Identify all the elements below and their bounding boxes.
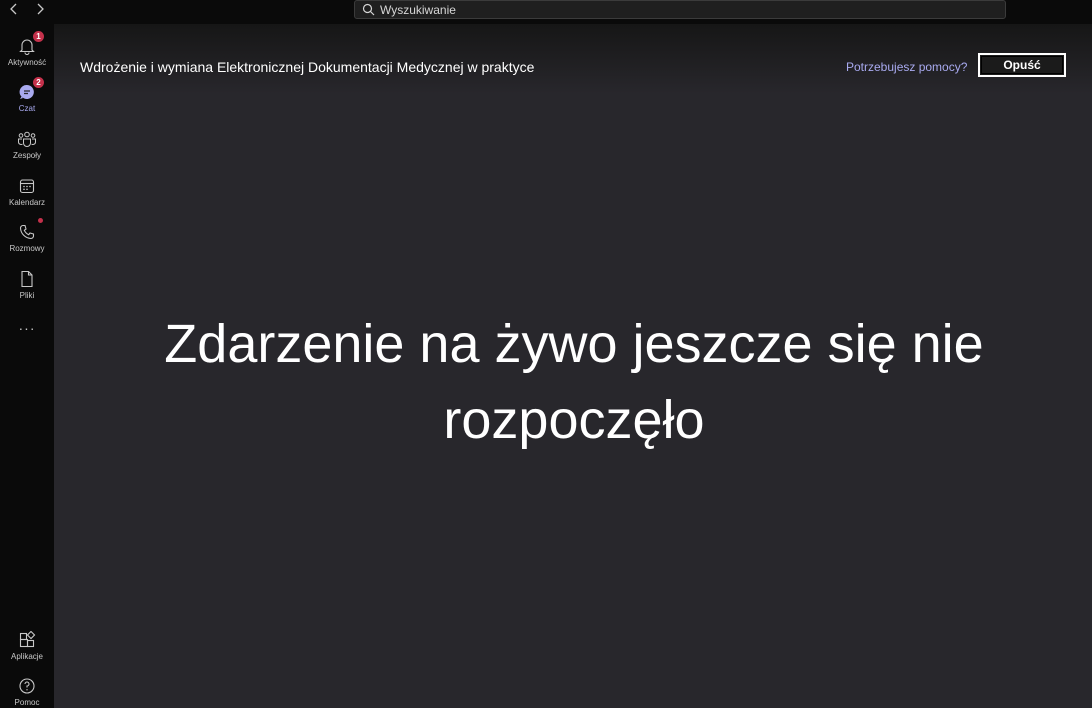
teams-window: 1 Aktywność 2 Czat Zespoły Kalendarz bbox=[0, 0, 1092, 708]
rail-item-label: Aktywność bbox=[7, 58, 47, 67]
bell-icon: 1 bbox=[17, 30, 45, 56]
rail-item-label: Kalendarz bbox=[8, 198, 46, 207]
rail-item-chat[interactable]: 2 Czat bbox=[0, 76, 54, 126]
activity-badge: 1 bbox=[32, 30, 45, 43]
event-title: Wdrożenie i wymiana Elektronicznej Dokum… bbox=[80, 59, 535, 75]
rail-item-calendar[interactable]: Kalendarz bbox=[0, 176, 54, 220]
live-event-view: Wdrożenie i wymiana Elektronicznej Dokum… bbox=[54, 24, 1092, 708]
rail-item-teams[interactable]: Zespoły bbox=[0, 129, 54, 173]
rail-item-label: Czat bbox=[18, 104, 36, 113]
chat-icon: 2 bbox=[17, 76, 45, 102]
more-apps-button[interactable]: ··· bbox=[0, 320, 54, 336]
rail-item-label: Pomoc bbox=[14, 698, 40, 707]
rail-item-calls[interactable]: Rozmowy bbox=[0, 218, 54, 266]
rail-item-label: Aplikacje bbox=[10, 652, 43, 661]
rail-item-label: Rozmowy bbox=[9, 244, 45, 253]
app-bar: 1 Aktywność 2 Czat Zespoły Kalendarz Roz… bbox=[0, 24, 54, 708]
phone-icon bbox=[17, 218, 43, 242]
rail-item-help[interactable]: Pomoc bbox=[0, 676, 54, 708]
chat-badge: 2 bbox=[32, 76, 45, 89]
forward-button[interactable] bbox=[32, 1, 48, 17]
rail-item-apps[interactable]: Aplikacje bbox=[0, 630, 54, 674]
event-status-message: Zdarzenie na żywo jeszcze się nie rozpoc… bbox=[164, 314, 984, 450]
calls-notification-dot bbox=[38, 218, 43, 223]
rail-item-files[interactable]: Pliki bbox=[0, 269, 54, 313]
rail-item-label: Pliki bbox=[19, 291, 35, 300]
search-icon bbox=[362, 3, 376, 17]
rail-item-activity[interactable]: 1 Aktywność bbox=[0, 30, 54, 80]
apps-icon bbox=[17, 630, 37, 650]
back-button[interactable] bbox=[6, 1, 22, 17]
event-header: Wdrożenie i wymiana Elektronicznej Dokum… bbox=[54, 24, 1092, 84]
teams-icon bbox=[17, 129, 37, 149]
help-link[interactable]: Potrzebujesz pomocy? bbox=[846, 60, 967, 74]
search-box[interactable] bbox=[354, 0, 1006, 19]
chevron-left-icon bbox=[10, 3, 17, 15]
search-input[interactable] bbox=[380, 2, 980, 17]
help-icon bbox=[17, 676, 37, 696]
title-bar bbox=[0, 0, 1092, 24]
calendar-icon bbox=[17, 176, 37, 196]
chevron-right-icon bbox=[37, 3, 44, 15]
history-navigation bbox=[6, 1, 48, 17]
rail-item-label: Zespoły bbox=[12, 151, 41, 160]
leave-button[interactable]: Opuść bbox=[978, 53, 1066, 77]
file-icon bbox=[17, 269, 37, 289]
